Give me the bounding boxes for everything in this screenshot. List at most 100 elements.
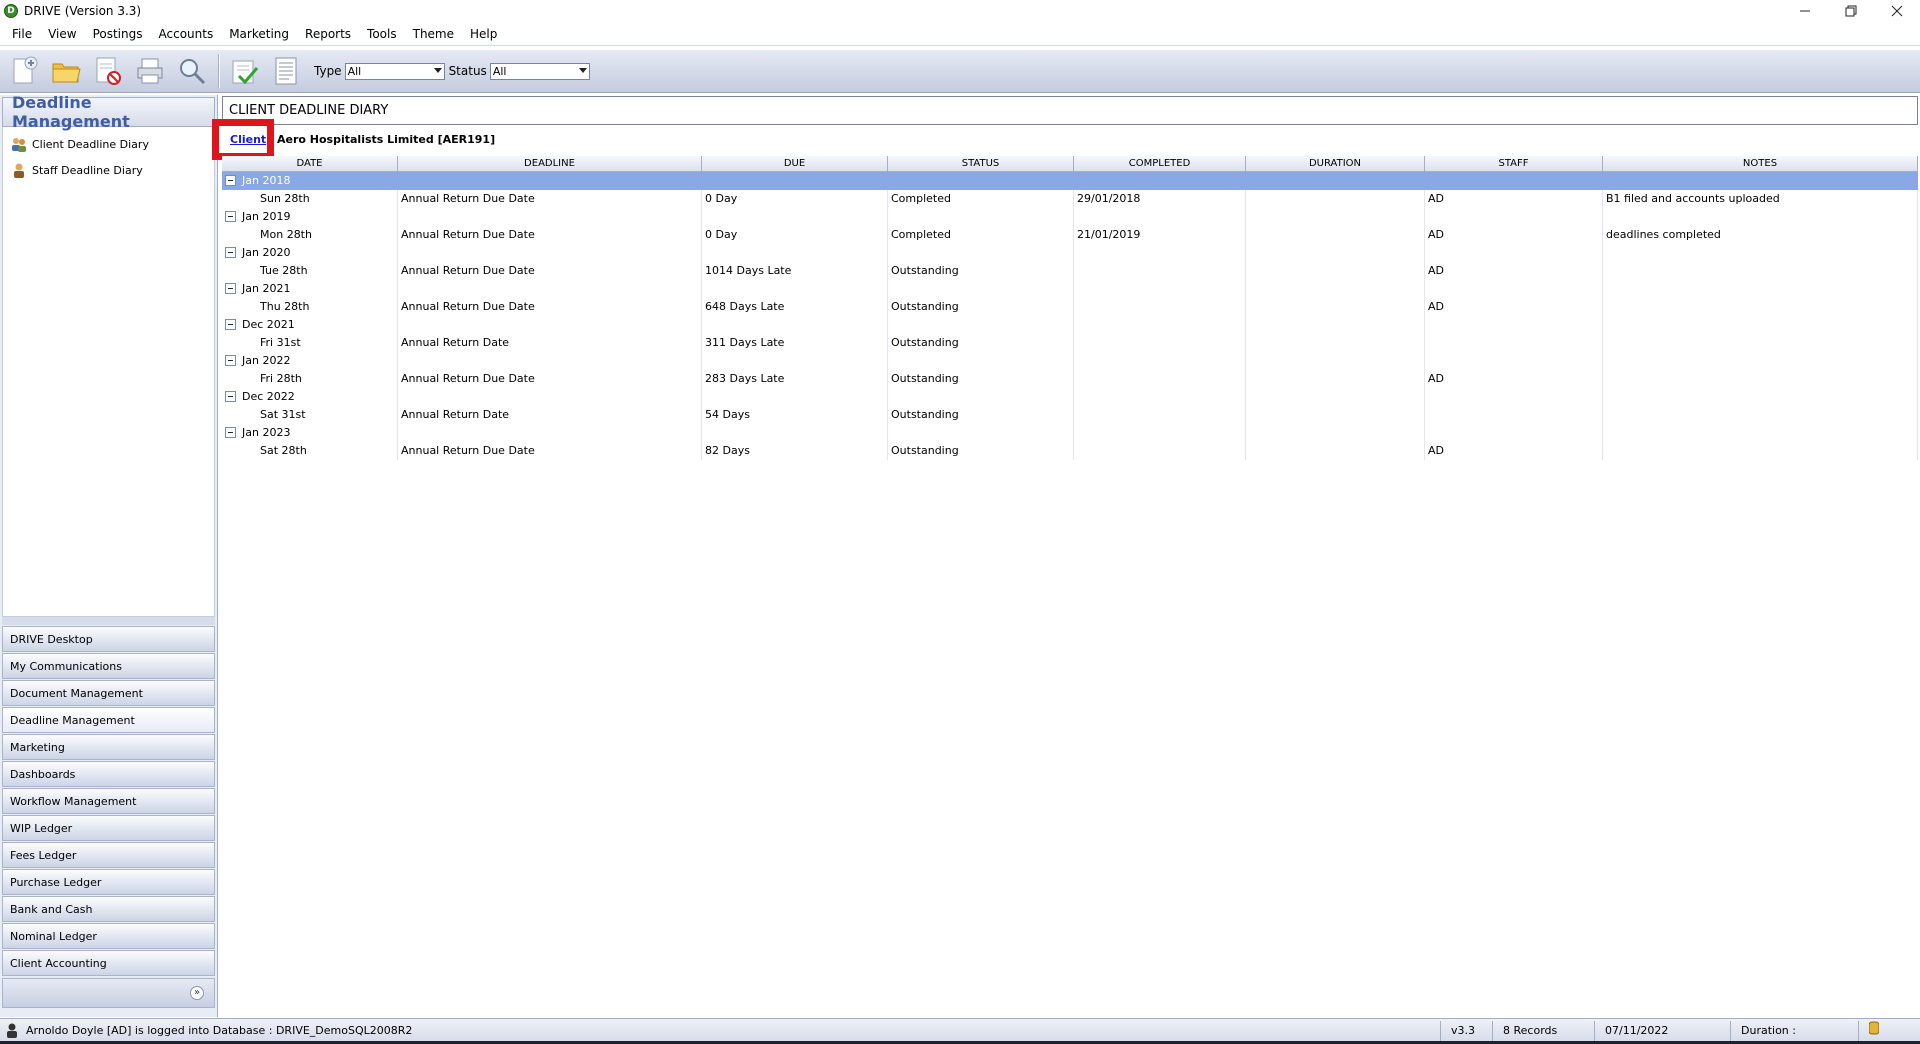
cell-duration [1246, 334, 1425, 352]
menu-marketing[interactable]: Marketing [221, 22, 297, 46]
menu-reports[interactable]: Reports [297, 22, 359, 46]
collapse-icon[interactable] [225, 318, 236, 330]
group-row[interactable]: Jan 2018 [222, 172, 1918, 190]
group-cell [702, 208, 888, 226]
menu-tools[interactable]: Tools [359, 22, 405, 46]
group-cell [1603, 352, 1918, 370]
collapse-icon[interactable] [225, 390, 236, 402]
nav-deadline-management[interactable]: Deadline Management [2, 707, 215, 733]
panel-splitter[interactable] [2, 617, 215, 625]
table-row[interactable]: Mon 28th Annual Return Due Date 0 Day Compl… [222, 226, 1918, 244]
nav-fees-ledger[interactable]: Fees Ledger [2, 842, 215, 868]
table-row[interactable]: Thu 28th Annual Return Due Date 648 Days L… [222, 298, 1918, 316]
nav-marketing[interactable]: Marketing [2, 734, 215, 760]
group-row[interactable]: Jan 2020 [222, 244, 1918, 262]
restore-button[interactable] [1828, 0, 1874, 22]
nav-dashboards[interactable]: Dashboards [2, 761, 215, 787]
group-row[interactable]: Jan 2022 [222, 352, 1918, 370]
group-cell [1603, 244, 1918, 262]
table-row[interactable]: Sat 31st Annual Return Date 54 Days Outstan… [222, 406, 1918, 424]
column-header-date[interactable]: DATE [222, 156, 398, 171]
menu-postings[interactable]: Postings [85, 22, 151, 46]
column-header-due[interactable]: DUE [702, 156, 888, 171]
group-cell: Jan 2018 [222, 172, 398, 190]
collapse-icon[interactable] [225, 282, 236, 294]
collapse-icon[interactable] [225, 246, 236, 258]
group-cell [888, 388, 1074, 406]
print-button[interactable] [132, 53, 168, 89]
column-header-deadline[interactable]: DEADLINE [398, 156, 702, 171]
group-cell [1074, 172, 1246, 190]
nav-drive-desktop[interactable]: DRIVE Desktop [2, 626, 215, 652]
cell-staff: AD [1425, 442, 1603, 460]
column-header-completed[interactable]: COMPLETED [1074, 156, 1246, 171]
group-cell: Jan 2020 [222, 244, 398, 262]
nav-wip-ledger[interactable]: WIP Ledger [2, 815, 215, 841]
new-document-button[interactable] [6, 53, 42, 89]
delete-document-button[interactable] [90, 53, 126, 89]
type-label: Type [314, 64, 342, 78]
collapse-icon[interactable] [225, 354, 236, 366]
status-select[interactable]: All [489, 62, 590, 80]
window-title: DRIVE (Version 3.3) [24, 4, 142, 18]
column-header-notes[interactable]: NOTES [1603, 156, 1918, 171]
column-header-duration[interactable]: DURATION [1246, 156, 1425, 171]
nav-document-management[interactable]: Document Management [2, 680, 215, 706]
menu-view[interactable]: View [40, 22, 84, 46]
table-row[interactable]: Sun 28th Annual Return Due Date 0 Day Compl… [222, 190, 1918, 208]
cell-deadline: Annual Return Due Date [398, 298, 702, 316]
status-version: v3.3 [1440, 1020, 1492, 1041]
group-row[interactable]: Dec 2021 [222, 316, 1918, 334]
group-cell [1074, 388, 1246, 406]
minimize-button[interactable] [1782, 0, 1828, 22]
tree-item-client-deadline-diary[interactable]: Client Deadline Diary [3, 131, 214, 157]
collapse-icon[interactable] [225, 174, 236, 186]
group-row[interactable]: Jan 2019 [222, 208, 1918, 226]
nav-client-accounting[interactable]: Client Accounting [2, 950, 215, 976]
menu-help[interactable]: Help [462, 22, 505, 46]
nav-purchase-ledger[interactable]: Purchase Ledger [2, 869, 215, 895]
search-button[interactable] [174, 53, 210, 89]
group-row[interactable]: Jan 2021 [222, 280, 1918, 298]
menu-accounts[interactable]: Accounts [151, 22, 222, 46]
cell-notes [1603, 442, 1918, 460]
column-header-staff[interactable]: STAFF [1425, 156, 1603, 171]
collapse-icon[interactable] [225, 210, 236, 222]
nav-nominal-ledger[interactable]: Nominal Ledger [2, 923, 215, 949]
group-cell [1425, 208, 1603, 226]
client-link[interactable]: Client [230, 133, 266, 146]
nav-my-communications[interactable]: My Communications [2, 653, 215, 679]
close-icon [1891, 5, 1903, 17]
table-row[interactable]: Sat 28th Annual Return Due Date 82 Days Out… [222, 442, 1918, 460]
menu-theme[interactable]: Theme [405, 22, 462, 46]
nav-bank-and-cash[interactable]: Bank and Cash [2, 896, 215, 922]
notes-button[interactable] [268, 53, 304, 89]
status-select-value: All [492, 64, 507, 78]
open-folder-button[interactable] [48, 53, 84, 89]
nav-workflow-management[interactable]: Workflow Management [2, 788, 215, 814]
group-row[interactable]: Dec 2022 [222, 388, 1918, 406]
table-row[interactable]: Fri 28th Annual Return Due Date 283 Days L… [222, 370, 1918, 388]
complete-deadline-button[interactable] [226, 53, 262, 89]
cell-status: Outstanding [888, 262, 1074, 280]
collapse-icon[interactable] [225, 426, 236, 438]
table-row[interactable]: Tue 28th Annual Return Due Date 1014 Days … [222, 262, 1918, 280]
group-month: Jan 2021 [242, 282, 291, 295]
group-row[interactable]: Jan 2023 [222, 424, 1918, 442]
menu-file[interactable]: File [4, 22, 40, 46]
cell-duration [1246, 226, 1425, 244]
cell-due: 54 Days [702, 406, 888, 424]
table-row[interactable]: Fri 31st Annual Return Date 311 Days Late O… [222, 334, 1918, 352]
group-cell [1603, 388, 1918, 406]
group-cell [1425, 352, 1603, 370]
column-header-status[interactable]: STATUS [888, 156, 1074, 171]
close-button[interactable] [1874, 0, 1920, 22]
chevron-right-icon[interactable]: » [190, 986, 204, 1000]
group-cell [1603, 208, 1918, 226]
cell-notes [1603, 262, 1918, 280]
grid-header: DATE DEADLINE DUE STATUS COMPLETED DURAT… [222, 156, 1918, 172]
tree-item-staff-deadline-diary[interactable]: Staff Deadline Diary [3, 157, 214, 183]
group-cell: Jan 2023 [222, 424, 398, 442]
type-select[interactable]: All [344, 62, 445, 80]
cell-notes: deadlines completed [1603, 226, 1918, 244]
